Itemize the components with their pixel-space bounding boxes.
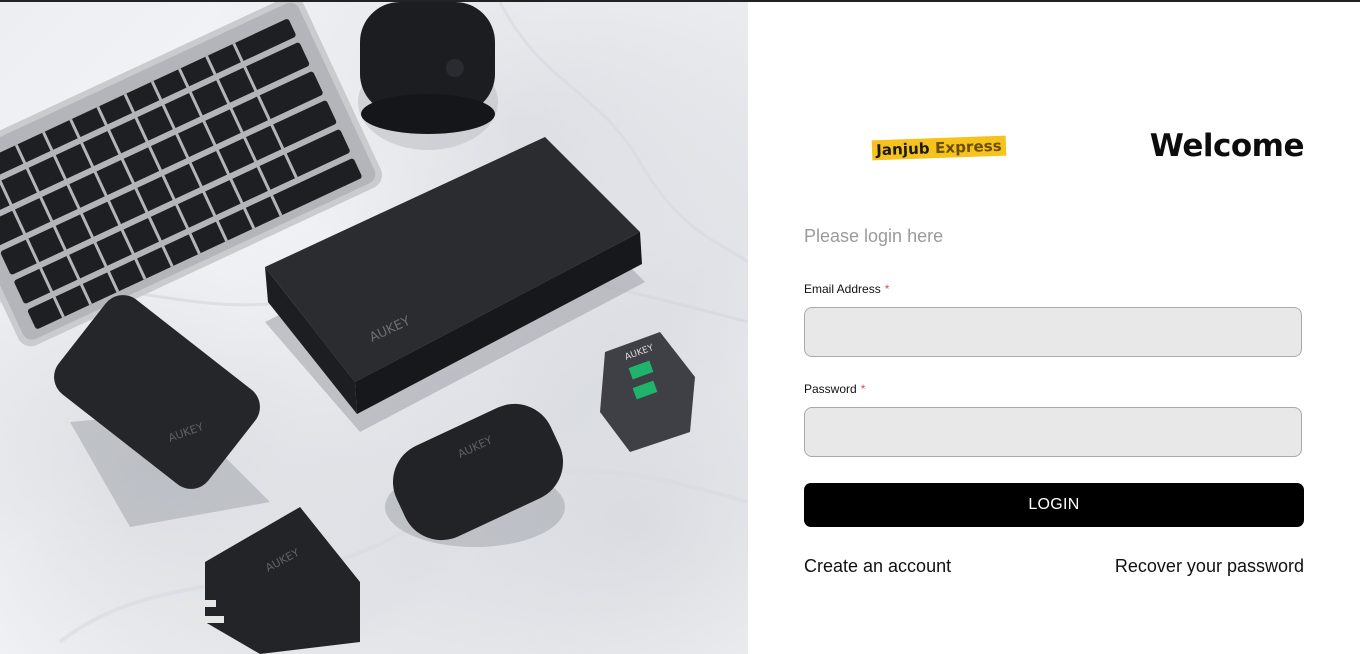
brand-logo-text: Janjub Express	[875, 136, 1003, 160]
earbuds-case: AUKEY	[385, 403, 565, 547]
usb-charger: AUKEY	[600, 332, 695, 452]
brand-logo: Janjub Express	[871, 135, 1007, 161]
required-mark: *	[860, 382, 866, 396]
login-subtitle: Please login here	[804, 226, 944, 246]
email-field[interactable]	[804, 307, 1302, 357]
password-field[interactable]	[804, 407, 1302, 457]
welcome-heading: Welcome	[1149, 128, 1305, 164]
password-label: Password *	[804, 382, 866, 396]
hero-product-photo: AUKEY AUKEY AUKEY AUKEY AUKEY	[0, 2, 748, 654]
recover-password-link[interactable]: Recover your password	[1115, 556, 1304, 577]
email-label: Email Address *	[804, 282, 890, 296]
speaker	[358, 2, 498, 150]
wall-charger: AUKEY	[186, 507, 360, 654]
required-mark: *	[884, 282, 890, 296]
create-account-link[interactable]: Create an account	[804, 556, 951, 577]
login-button[interactable]: LOGIN	[804, 483, 1304, 527]
product-photo-illustration: AUKEY AUKEY AUKEY AUKEY AUKEY	[0, 2, 748, 654]
